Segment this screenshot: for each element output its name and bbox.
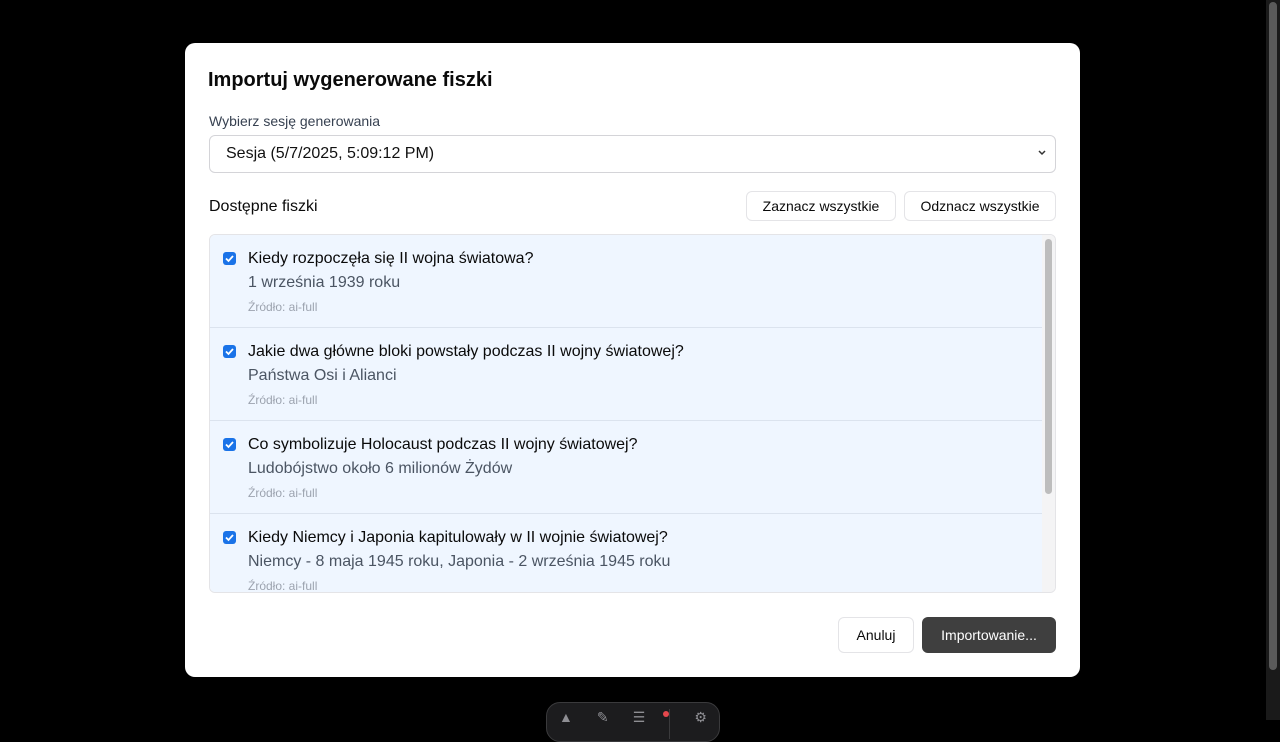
dock-menu-icon[interactable]: ☰: [633, 709, 646, 726]
dialog-title: Importuj wygenerowane fiszki: [208, 69, 493, 91]
flashcard-list-viewport: Kiedy rozpoczęła się II wojna światowa? …: [210, 235, 1042, 592]
flashcard-checkbox[interactable]: [223, 531, 236, 544]
list-scrollbar-thumb[interactable]: [1045, 239, 1052, 494]
checkmark-icon: [225, 441, 234, 449]
cancel-button[interactable]: Anuluj: [838, 617, 914, 653]
flashcard-checkbox[interactable]: [223, 345, 236, 358]
flashcard-item[interactable]: Kiedy rozpoczęła się II wojna światowa? …: [210, 235, 1042, 328]
session-select[interactable]: Sesja (5/7/2025, 5:09:12 PM): [209, 135, 1056, 173]
gear-icon[interactable]: ⚙: [694, 709, 707, 726]
select-all-button[interactable]: Zaznacz wszystkie: [746, 191, 896, 221]
flashcard-question: Kiedy Niemcy i Japonia kapitulowały w II…: [248, 529, 668, 546]
flashcard-source: Źródło: ai-full: [248, 393, 318, 407]
flashcard-item[interactable]: Jakie dwa główne bloki powstały podczas …: [210, 328, 1042, 421]
import-button[interactable]: Importowanie...: [922, 617, 1056, 653]
flashcard-question: Jakie dwa główne bloki powstały podczas …: [248, 343, 684, 360]
flashcard-item[interactable]: Co symbolizuje Holocaust podczas II wojn…: [210, 421, 1042, 514]
flashcard-answer: 1 września 1939 roku: [248, 274, 401, 291]
checkmark-icon: [225, 255, 234, 263]
section-title: Dostępne fiszki: [209, 198, 318, 215]
flashcard-source: Źródło: ai-full: [248, 579, 318, 592]
flashcard-list[interactable]: Kiedy rozpoczęła się II wojna światowa? …: [209, 234, 1056, 593]
notification-dot: [663, 711, 669, 717]
page-scrollbar[interactable]: [1266, 0, 1280, 720]
checkmark-icon: [225, 534, 234, 542]
flashcard-source: Źródło: ai-full: [248, 300, 318, 314]
page-scrollbar-thumb[interactable]: [1269, 2, 1277, 670]
checkmark-icon: [225, 348, 234, 356]
dock-separator: [669, 709, 671, 739]
flashcard-source: Źródło: ai-full: [248, 486, 318, 500]
list-scrollbar[interactable]: [1042, 235, 1055, 592]
flashcard-answer: Państwa Osi i Alianci: [248, 367, 397, 384]
session-label: Wybierz sesję generowania: [209, 113, 381, 129]
flashcard-answer: Niemcy - 8 maja 1945 roku, Japonia - 2 w…: [248, 553, 671, 570]
flashcard-checkbox[interactable]: [223, 438, 236, 451]
bottom-dock: ▲ ✎ ☰ ⚙: [546, 702, 720, 742]
flashcard-question: Kiedy rozpoczęła się II wojna światowa?: [248, 250, 534, 267]
session-select-value: Sesja (5/7/2025, 5:09:12 PM): [226, 145, 435, 162]
chevron-down-icon: [1038, 150, 1046, 156]
flashcard-checkbox[interactable]: [223, 252, 236, 265]
import-dialog: Importuj wygenerowane fiszki Wybierz ses…: [185, 43, 1080, 677]
deselect-all-button[interactable]: Odznacz wszystkie: [904, 191, 1056, 221]
dock-tool-icon[interactable]: ✎: [597, 709, 609, 726]
flashcard-item[interactable]: Kiedy Niemcy i Japonia kapitulowały w II…: [210, 514, 1042, 592]
dock-app-icon[interactable]: ▲: [559, 709, 573, 725]
flashcard-answer: Ludobójstwo około 6 milionów Żydów: [248, 460, 513, 477]
flashcard-question: Co symbolizuje Holocaust podczas II wojn…: [248, 436, 638, 453]
